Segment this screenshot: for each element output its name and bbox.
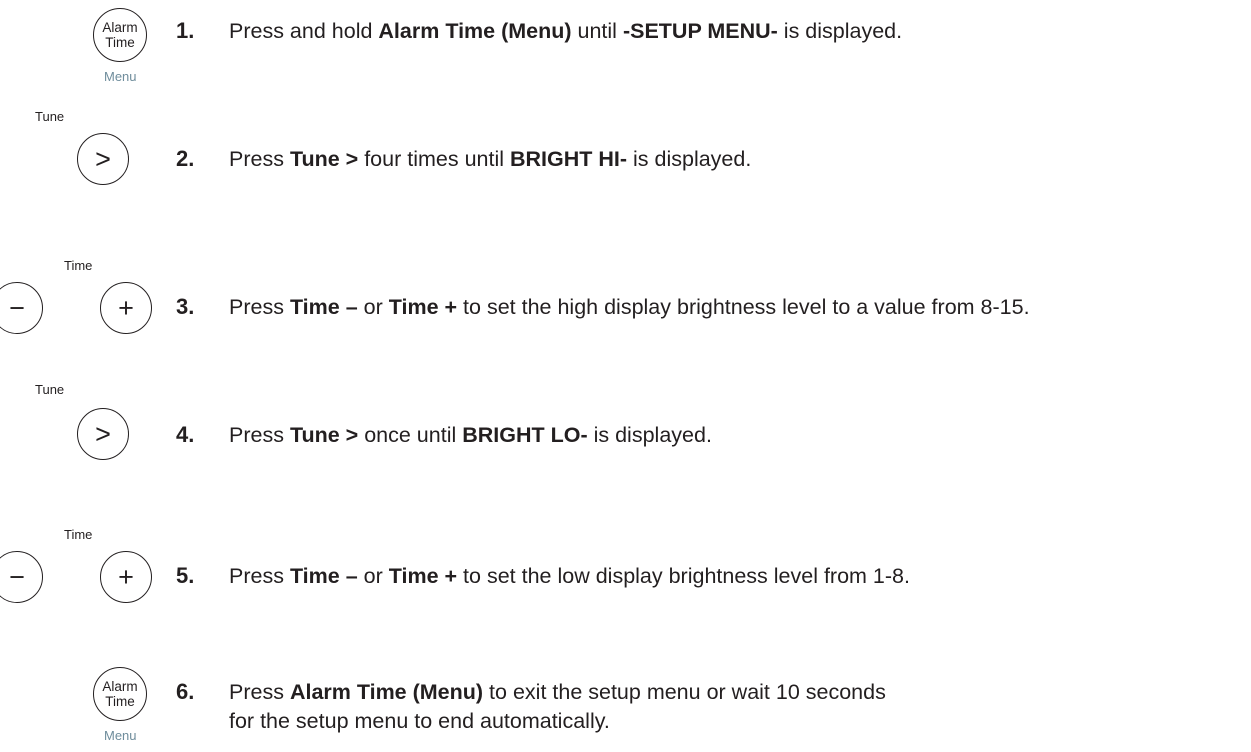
text-run: Press [229,680,290,704]
step-number: 2. [176,146,195,171]
menu-label: Menu [104,728,137,743]
time-label: Time [105,694,135,709]
alarm-label: Alarm [102,20,138,35]
step-number: 3. [176,294,195,319]
time-label: Time [64,527,93,542]
chevron-right-icon: > [95,418,111,449]
tune-label: Tune [35,109,65,124]
text-run: four times until [358,147,510,171]
text-run: or [357,564,389,588]
step-text: Press Tune > four times until BRIGHT HI-… [229,145,751,174]
chevron-right-icon: > [95,143,111,174]
text-run: until [571,19,623,43]
step-text: Press Alarm Time (Menu) to exit the setu… [229,678,889,736]
step-text: Press and hold Alarm Time (Menu) until -… [229,17,902,46]
plus-icon: + [118,561,134,592]
text-run: Press [229,564,290,588]
text-run: is displayed. [777,19,903,43]
bold-run: Tune > [289,147,359,171]
text-run: Press and hold [229,19,379,43]
tune-label: Tune [35,382,65,397]
bold-run: Tune > [289,423,359,447]
time-minus-button-icon: − [0,551,43,603]
alarm-time-button-icon: Alarm Time [93,667,147,721]
minus-icon: − [9,292,25,323]
text-run: or [357,295,389,319]
text-run: Press [229,423,290,447]
bold-run: Time – [289,295,358,319]
text-run: Press [229,147,290,171]
time-plus-button-icon: + [100,282,152,334]
text-run: is displayed. [627,147,752,171]
text-run: to set the low display brightness level … [457,564,910,588]
bold-run: -SETUP MENU- [622,19,778,43]
step-number: 4. [176,422,195,447]
step-text: Press Time – or Time + to set the low di… [229,562,910,591]
bold-run: BRIGHT HI- [509,147,628,171]
step-number: 5. [176,563,195,588]
text-run: once until [358,423,463,447]
bold-run: Alarm Time (Menu) [289,680,484,704]
time-plus-button-icon: + [100,551,152,603]
step-number: 1. [176,18,195,43]
plus-icon: + [118,292,134,323]
step-number: 6. [176,679,195,704]
time-label: Time [64,258,93,273]
bold-run: Time + [388,295,458,319]
alarm-label: Alarm [102,679,138,694]
alarm-time-button-icon: Alarm Time [93,8,147,62]
tune-next-button-icon: > [77,133,129,185]
bold-run: BRIGHT LO- [462,423,588,447]
bold-run: Alarm Time (Menu) [378,19,572,43]
menu-label: Menu [104,69,137,84]
time-label: Time [105,35,135,50]
bold-run: Time + [388,564,458,588]
tune-next-button-icon: > [77,408,129,460]
text-run: to set the high display brightness level… [457,295,1030,319]
time-minus-button-icon: − [0,282,43,334]
text-run: is displayed. [587,423,712,447]
step-text: Press Time – or Time + to set the high d… [229,293,1030,322]
minus-icon: − [9,561,25,592]
bold-run: Time – [289,564,358,588]
step-text: Press Tune > once until BRIGHT LO- is di… [229,421,712,450]
text-run: Press [229,295,290,319]
